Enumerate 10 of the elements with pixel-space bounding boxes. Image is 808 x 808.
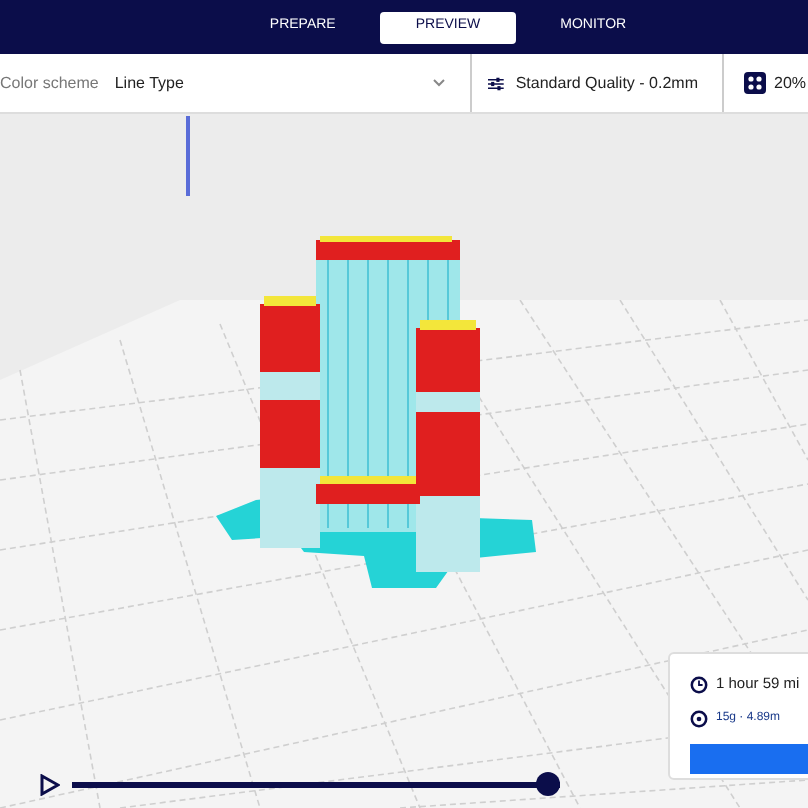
spool-icon	[690, 709, 708, 727]
color-scheme-dropdown[interactable]: Color scheme Line Type	[0, 54, 472, 112]
simulation-slider[interactable]	[72, 772, 560, 796]
infill-icon	[744, 72, 766, 94]
layer-slider-line	[186, 116, 190, 196]
clock-icon	[690, 675, 708, 693]
print-settings-button[interactable]: Standard Quality - 0.2mm	[472, 54, 724, 112]
chevron-down-icon	[432, 78, 446, 88]
infill-value: 20%	[774, 71, 807, 95]
play-icon[interactable]	[40, 773, 60, 795]
